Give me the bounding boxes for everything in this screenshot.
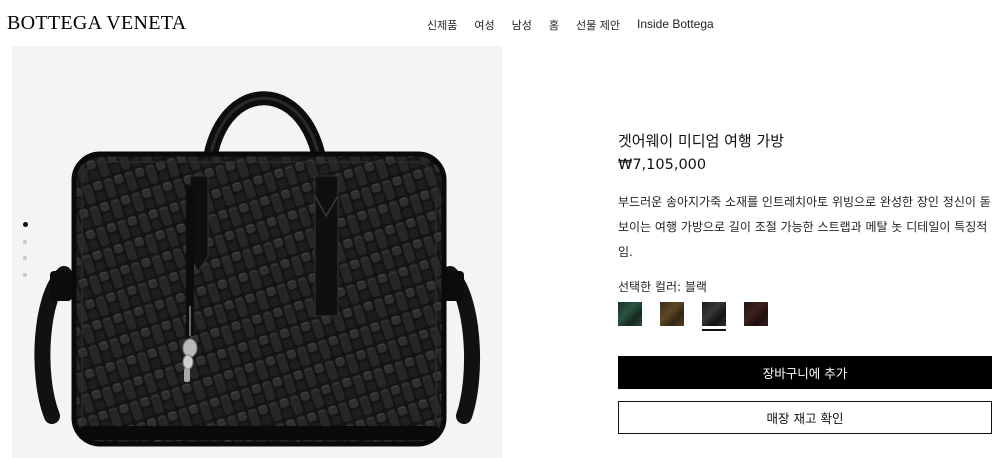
product-image-gallery[interactable] xyxy=(12,46,502,458)
color-swatch-brown[interactable] xyxy=(660,302,684,326)
color-swatch-dark-brown[interactable] xyxy=(744,302,768,326)
color-swatch-black[interactable] xyxy=(702,302,726,326)
add-to-cart-button[interactable]: 장바구니에 추가 xyxy=(618,356,992,389)
product-price: ₩7,105,000 xyxy=(618,157,707,173)
color-swatches xyxy=(618,302,786,331)
product-description: 부드러운 송아지가죽 소재를 인트레치아토 위빙으로 완성한 장인 정신이 돋보… xyxy=(618,195,991,259)
selected-swatch-indicator xyxy=(702,329,726,331)
main-nav: 신제품 여성 남성 홈 선물 제안 Inside Bottega xyxy=(427,17,714,33)
brand-logo[interactable]: BOTTEGA VENETA xyxy=(7,12,186,35)
nav-item-new[interactable]: 신제품 xyxy=(427,17,457,33)
nav-item-inside-bottega[interactable]: Inside Bottega xyxy=(637,17,714,33)
gallery-pagination xyxy=(22,222,28,289)
gallery-dot-4[interactable] xyxy=(23,272,27,277)
nav-item-women[interactable]: 여성 xyxy=(474,17,494,33)
gallery-dot-1[interactable] xyxy=(22,222,28,227)
product-image xyxy=(34,91,481,447)
selected-color-label: 선택한 컬러: 블랙 xyxy=(618,280,707,294)
product-title: 겟어웨이 미디엄 여행 가방 xyxy=(618,132,785,150)
nav-item-gifts[interactable]: 선물 제안 xyxy=(576,17,620,33)
check-store-stock-button[interactable]: 매장 재고 확인 xyxy=(618,401,992,434)
nav-item-home[interactable]: 홈 xyxy=(549,17,559,33)
color-swatch-green[interactable] xyxy=(618,302,642,326)
nav-item-men[interactable]: 남성 xyxy=(512,17,532,33)
gallery-dot-3[interactable] xyxy=(23,256,27,260)
gallery-dot-2[interactable] xyxy=(23,239,27,244)
site-header: BOTTEGA VENETA 신제품 여성 남성 홈 선물 제안 Inside … xyxy=(0,0,1000,46)
